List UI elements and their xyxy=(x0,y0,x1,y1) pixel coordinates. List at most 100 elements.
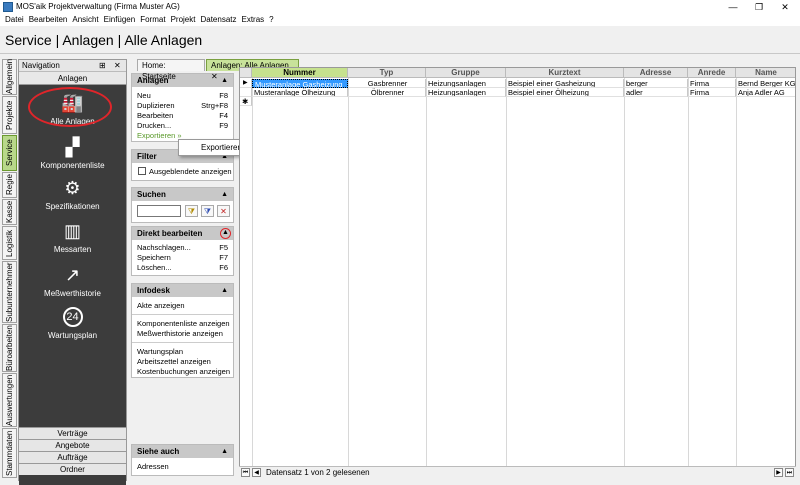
menu-datei[interactable]: Datei xyxy=(5,14,24,26)
previous-record-icon[interactable]: ◀ xyxy=(252,468,261,477)
close-window-button[interactable]: ✕ xyxy=(772,0,798,14)
nav-item-messarten[interactable]: ▥ Messarten xyxy=(19,221,126,254)
vtab-regie[interactable]: Regie xyxy=(2,172,17,198)
menu-extras[interactable]: Extras xyxy=(242,14,265,26)
cell-nummer[interactable]: Musteranlage Ölheizung xyxy=(252,88,348,97)
nav-bottom-ordner[interactable]: Ordner xyxy=(19,463,126,475)
filter-icon[interactable]: ⧩ xyxy=(201,205,214,217)
minimize-button[interactable]: — xyxy=(720,0,746,14)
collapse-icon[interactable]: ▲ xyxy=(221,188,228,201)
task-group-suchen: Suchen ▲ ⧩ ⧩ ✕ xyxy=(131,187,234,223)
vtab-bueroarbeiten[interactable]: Büroarbeiten xyxy=(2,324,17,372)
cell-nummer[interactable]: Musteranlage Gasheizung xyxy=(252,79,348,88)
last-record-icon[interactable]: ⏭ xyxy=(785,468,794,477)
nav-item-messwerthistorie[interactable]: ↗ Meßwerthistorie xyxy=(19,265,126,298)
restore-button[interactable]: ❐ xyxy=(746,0,772,14)
task-group-header[interactable]: Direkt bearbeiten ▲ xyxy=(132,227,233,240)
infodesk-wartungsplan[interactable]: Wartungsplan xyxy=(132,347,233,357)
task-nachschlagen[interactable]: Nachschlagen... F5 xyxy=(132,243,233,253)
close-tab-icon[interactable]: ✕ xyxy=(211,72,218,81)
cell-name[interactable]: Anja Adler AG xyxy=(736,88,795,97)
nav-bottom-auftraege[interactable]: Aufträge xyxy=(19,451,126,463)
nav-item-spezifikationen[interactable]: ⚙ Spezifikationen xyxy=(19,178,126,211)
search-input[interactable] xyxy=(137,205,181,217)
cell-adresse[interactable]: berger xyxy=(624,79,688,88)
close-icon[interactable]: ✕ xyxy=(114,61,121,70)
menu-help[interactable]: ? xyxy=(269,14,273,26)
vtab-stammdaten[interactable]: Stammdaten xyxy=(2,428,17,478)
task-bearbeiten[interactable]: Bearbeiten F4 xyxy=(132,111,233,121)
next-record-icon[interactable]: ▶ xyxy=(774,468,783,477)
cell-gruppe[interactable]: Heizungsanlagen xyxy=(426,79,506,88)
new-row-marker[interactable]: ✱ xyxy=(240,97,252,106)
cell-kurztext[interactable]: Beispiel einer Ölheizung xyxy=(506,88,624,97)
app-icon xyxy=(3,2,13,12)
first-record-icon[interactable]: ⏮ xyxy=(241,468,250,477)
cell-typ[interactable]: Ölbrenner xyxy=(348,88,426,97)
cell-typ[interactable]: Gasbrenner xyxy=(348,79,426,88)
column-header-kurztext[interactable]: Kurztext xyxy=(506,68,624,78)
task-duplizieren[interactable]: Duplizieren Strg+F8 xyxy=(132,101,233,111)
nav-item-label: Spezifikationen xyxy=(45,202,100,211)
ausgeblendete-checkbox[interactable] xyxy=(138,167,146,175)
cell-kurztext[interactable]: Beispiel einer Gasheizung xyxy=(506,79,624,88)
menu-projekt[interactable]: Projekt xyxy=(171,14,196,26)
cell-name[interactable]: Bernd Berger KG xyxy=(736,79,795,88)
task-group-header[interactable]: Siehe auch ▲ xyxy=(132,445,233,458)
nav-bottom-vertraege[interactable]: Verträge xyxy=(19,427,126,439)
tab-home-startseite[interactable]: Home: Startseite xyxy=(137,59,205,81)
vtab-subunternehmer[interactable]: Subunternehmer xyxy=(2,261,17,323)
column-header-nummer[interactable]: Nummer xyxy=(252,68,348,78)
task-label: Drucken... xyxy=(137,121,172,130)
vtab-projekte[interactable]: Projekte xyxy=(2,96,17,134)
nav-bottom-angebote[interactable]: Angebote xyxy=(19,439,126,451)
column-header-name[interactable]: Name xyxy=(736,68,795,78)
specification-icon: ⚙ xyxy=(64,178,81,198)
grid-line xyxy=(688,78,689,467)
filter-checkbox-row[interactable]: Ausgeblendete anzeigen xyxy=(132,167,233,177)
cell-adresse[interactable]: adler xyxy=(624,88,688,97)
menu-bearbeiten[interactable]: Bearbeiten xyxy=(29,14,68,26)
vtab-service[interactable]: Service xyxy=(2,135,17,171)
column-header-anrede[interactable]: Anrede xyxy=(688,68,736,78)
column-header-typ[interactable]: Typ xyxy=(348,68,426,78)
task-label: Bearbeiten xyxy=(137,111,174,120)
cell-anrede[interactable]: Firma xyxy=(688,88,736,97)
siehe-adressen[interactable]: Adressen xyxy=(132,462,233,472)
column-header-adresse[interactable]: Adresse xyxy=(624,68,688,78)
pin-icon[interactable]: ⊞ xyxy=(99,61,106,70)
shortcut-label: Strg+F8 xyxy=(201,101,228,110)
task-neu[interactable]: Neu F8 xyxy=(132,91,233,101)
vtab-allgemein[interactable]: Allgemein xyxy=(2,59,17,95)
shortcut-label: F9 xyxy=(219,121,228,130)
collapse-icon[interactable]: ▲ xyxy=(220,228,231,239)
task-group-header[interactable]: Suchen ▲ xyxy=(132,188,233,201)
collapse-icon[interactable]: ▲ xyxy=(221,445,228,458)
task-drucken[interactable]: Drucken... F9 xyxy=(132,121,233,131)
infodesk-arbeitszettel[interactable]: Arbeitszettel anzeigen xyxy=(132,357,233,367)
menu-ansicht[interactable]: Ansicht xyxy=(72,14,98,26)
menu-einfuegen[interactable]: Einfügen xyxy=(104,14,136,26)
nav-item-wartungsplan[interactable]: 24 Wartungsplan xyxy=(19,307,126,340)
cell-gruppe[interactable]: Heizungsanlagen xyxy=(426,88,506,97)
infodesk-messwerthistorie[interactable]: Meßwerthistorie anzeigen xyxy=(132,329,233,339)
task-group-header[interactable]: Infodesk ▲ xyxy=(132,284,233,297)
task-speichern[interactable]: Speichern F7 xyxy=(132,253,233,263)
infodesk-komponentenliste[interactable]: Komponentenliste anzeigen xyxy=(132,319,233,329)
infodesk-kostenbuchungen[interactable]: Kostenbuchungen anzeigen xyxy=(132,367,233,377)
menu-datensatz[interactable]: Datensatz xyxy=(200,14,236,26)
infodesk-akte[interactable]: Akte anzeigen xyxy=(132,301,233,311)
task-loeschen[interactable]: Löschen... F6 xyxy=(132,263,233,273)
search-icon[interactable]: ⧩ xyxy=(185,205,198,217)
menu-format[interactable]: Format xyxy=(140,14,165,26)
cell-anrede[interactable]: Firma xyxy=(688,79,736,88)
collapse-icon[interactable]: ▲ xyxy=(221,284,228,297)
collapse-icon[interactable]: ▲ xyxy=(221,74,228,87)
nav-item-komponentenliste[interactable]: ▞ Komponentenliste xyxy=(19,137,126,170)
vtab-kasse[interactable]: Kasse xyxy=(2,199,17,225)
vtab-logistik[interactable]: Logistik xyxy=(2,226,17,260)
clear-filter-icon[interactable]: ✕ xyxy=(217,205,230,217)
vtab-auswertungen[interactable]: Auswertungen xyxy=(2,373,17,427)
column-header-gruppe[interactable]: Gruppe xyxy=(426,68,506,78)
navigation-section-title: Anlagen xyxy=(19,72,126,85)
